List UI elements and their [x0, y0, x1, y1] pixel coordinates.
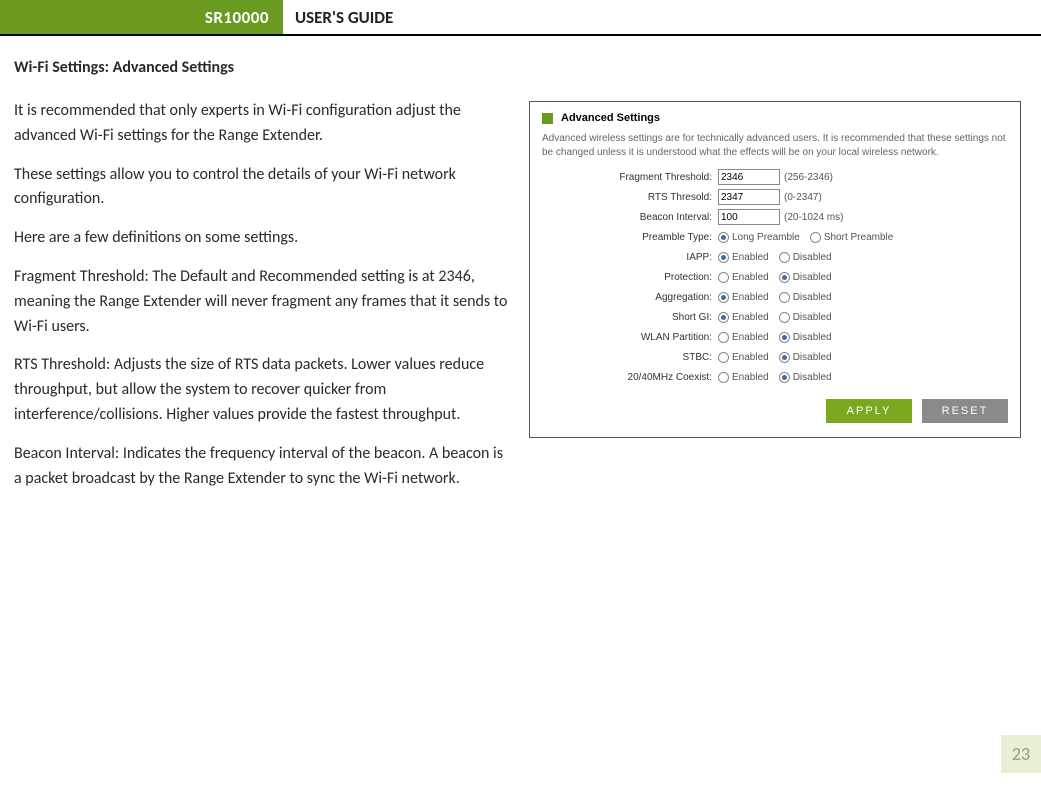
- short-gi-enabled-radio[interactable]: Enabled: [718, 312, 769, 323]
- panel-button-row: APPLY RESET: [542, 399, 1008, 423]
- radio-icon: [718, 252, 729, 263]
- protection-row: Protection: Enabled Disabled: [542, 269, 1008, 285]
- radio-icon: [779, 332, 790, 343]
- iapp-label: IAPP:: [542, 252, 718, 263]
- stbc-disabled-radio[interactable]: Disabled: [779, 352, 832, 363]
- radio-icon: [718, 272, 729, 283]
- radio-icon: [718, 292, 729, 303]
- header-model: SR10000: [0, 0, 283, 34]
- coexist-label: 20/40MHz Coexist:: [542, 372, 718, 383]
- protection-disabled-radio[interactable]: Disabled: [779, 272, 832, 283]
- iapp-disabled-radio[interactable]: Disabled: [779, 252, 832, 263]
- radio-icon: [718, 372, 729, 383]
- stbc-row: STBC: Enabled Disabled: [542, 349, 1008, 365]
- aggregation-disabled-radio[interactable]: Disabled: [779, 292, 832, 303]
- paragraph-6: Beacon Interval: Indicates the frequency…: [14, 442, 1027, 492]
- page-number: 23: [1001, 735, 1041, 773]
- radio-icon: [779, 372, 790, 383]
- protection-enabled-radio[interactable]: Enabled: [718, 272, 769, 283]
- coexist-disabled-radio[interactable]: Disabled: [779, 372, 832, 383]
- short-gi-label: Short GI:: [542, 312, 718, 323]
- apply-button[interactable]: APPLY: [826, 399, 912, 423]
- short-gi-disabled-radio[interactable]: Disabled: [779, 312, 832, 323]
- wlan-partition-row: WLAN Partition: Enabled Disabled: [542, 329, 1008, 345]
- preamble-type-label: Preamble Type:: [542, 232, 718, 243]
- beacon-interval-hint: (20-1024 ms): [784, 212, 843, 223]
- wlan-partition-label: WLAN Partition:: [542, 332, 718, 343]
- radio-icon: [718, 312, 729, 323]
- fragment-threshold-label: Fragment Threshold:: [542, 172, 718, 183]
- preamble-type-row: Preamble Type: Long Preamble Short Pream…: [542, 229, 1008, 245]
- wlan-enabled-radio[interactable]: Enabled: [718, 332, 769, 343]
- short-gi-row: Short GI: Enabled Disabled: [542, 309, 1008, 325]
- radio-icon: [718, 232, 729, 243]
- beacon-interval-label: Beacon Interval:: [542, 212, 718, 223]
- rts-threshold-label: RTS Thresold:: [542, 192, 718, 203]
- radio-icon: [718, 332, 729, 343]
- coexist-enabled-radio[interactable]: Enabled: [718, 372, 769, 383]
- panel-title: Advanced Settings: [561, 112, 660, 124]
- beacon-interval-input[interactable]: [718, 209, 780, 225]
- aggregation-row: Aggregation: Enabled Disabled: [542, 289, 1008, 305]
- coexist-row: 20/40MHz Coexist: Enabled Disabled: [542, 369, 1008, 385]
- section-title: Wi-Fi Settings: Advanced Settings: [14, 58, 1027, 77]
- stbc-enabled-radio[interactable]: Enabled: [718, 352, 769, 363]
- page-header: SR10000 USER'S GUIDE: [0, 0, 1041, 36]
- beacon-interval-row: Beacon Interval: (20-1024 ms): [542, 209, 1008, 225]
- radio-icon: [779, 292, 790, 303]
- header-guide: USER'S GUIDE: [283, 0, 405, 34]
- protection-label: Protection:: [542, 272, 718, 283]
- rts-threshold-input[interactable]: [718, 189, 780, 205]
- radio-icon: [810, 232, 821, 243]
- fragment-threshold-row: Fragment Threshold: (256-2346): [542, 169, 1008, 185]
- radio-icon: [779, 312, 790, 323]
- iapp-row: IAPP: Enabled Disabled: [542, 249, 1008, 265]
- panel-description: Advanced wireless settings are for techn…: [542, 132, 1008, 159]
- aggregation-enabled-radio[interactable]: Enabled: [718, 292, 769, 303]
- preamble-short-radio[interactable]: Short Preamble: [810, 232, 893, 243]
- panel-header: Advanced Settings: [542, 112, 1008, 124]
- rts-threshold-hint: (0-2347): [784, 192, 822, 203]
- rts-threshold-row: RTS Thresold: (0-2347): [542, 189, 1008, 205]
- radio-icon: [779, 352, 790, 363]
- panel-marker-icon: [542, 113, 553, 124]
- radio-icon: [779, 252, 790, 263]
- settings-table: Fragment Threshold: (256-2346) RTS Thres…: [542, 169, 1008, 385]
- iapp-enabled-radio[interactable]: Enabled: [718, 252, 769, 263]
- page-content: Wi-Fi Settings: Advanced Settings Advanc…: [0, 36, 1041, 505]
- aggregation-label: Aggregation:: [542, 292, 718, 303]
- fragment-threshold-input[interactable]: [718, 169, 780, 185]
- reset-button[interactable]: RESET: [922, 399, 1008, 423]
- fragment-threshold-hint: (256-2346): [784, 172, 833, 183]
- wlan-disabled-radio[interactable]: Disabled: [779, 332, 832, 343]
- stbc-label: STBC:: [542, 352, 718, 363]
- advanced-settings-panel: Advanced Settings Advanced wireless sett…: [529, 101, 1021, 438]
- preamble-long-radio[interactable]: Long Preamble: [718, 232, 800, 243]
- radio-icon: [779, 272, 790, 283]
- radio-icon: [718, 352, 729, 363]
